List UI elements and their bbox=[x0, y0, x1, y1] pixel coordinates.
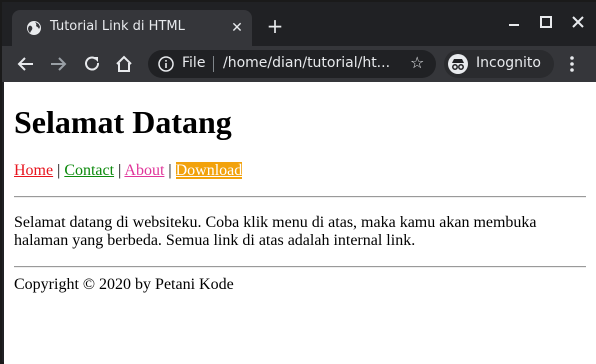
reload-icon[interactable] bbox=[82, 54, 102, 74]
site-nav: Home | Contact | About | Download bbox=[14, 162, 243, 180]
nav-link-home[interactable]: Home bbox=[14, 162, 53, 179]
divider bbox=[14, 196, 586, 198]
back-arrow-icon[interactable] bbox=[16, 54, 36, 74]
address-bar[interactable]: File /home/dian/tutorial/ht... ☆ bbox=[148, 50, 436, 78]
page-title: Selamat Datang bbox=[14, 104, 232, 140]
intro-paragraph: Selamat datang di websiteku. Coba klik m… bbox=[14, 214, 537, 249]
nav-separator: | bbox=[168, 162, 172, 179]
minimize-icon[interactable] bbox=[504, 12, 524, 32]
new-tab-button[interactable]: + bbox=[264, 15, 286, 37]
browser-window: Tutorial Link di HTML ✕ + File /home/dia… bbox=[0, 0, 596, 364]
omnibox-divider bbox=[213, 56, 214, 72]
url-text[interactable]: /home/dian/tutorial/ht... bbox=[223, 55, 390, 71]
home-icon[interactable] bbox=[114, 54, 134, 74]
incognito-label: Incognito bbox=[476, 55, 541, 71]
tab-active[interactable]: Tutorial Link di HTML ✕ bbox=[12, 10, 252, 46]
page-content: Selamat Datang Home | Contact | About | … bbox=[4, 82, 596, 364]
toolbar: File /home/dian/tutorial/ht... ☆ Incogni… bbox=[2, 46, 596, 82]
incognito-icon bbox=[448, 54, 468, 74]
globe-icon bbox=[27, 21, 41, 35]
bookmark-star-icon[interactable]: ☆ bbox=[410, 53, 424, 72]
scheme-label: File bbox=[182, 55, 206, 71]
maximize-icon[interactable] bbox=[536, 12, 556, 32]
tab-title: Tutorial Link di HTML bbox=[50, 19, 185, 34]
footer-text: Copyright © 2020 by Petani Kode bbox=[14, 276, 234, 293]
nav-separator: | bbox=[118, 162, 122, 179]
close-icon[interactable] bbox=[568, 12, 588, 32]
nav-link-contact[interactable]: Contact bbox=[64, 162, 114, 179]
forward-arrow-icon[interactable] bbox=[48, 54, 68, 74]
tab-strip: Tutorial Link di HTML ✕ + bbox=[2, 2, 596, 46]
nav-link-about[interactable]: About bbox=[124, 162, 164, 179]
tab-close-button[interactable]: ✕ bbox=[228, 19, 246, 37]
divider bbox=[14, 266, 586, 268]
more-menu-icon[interactable] bbox=[564, 54, 580, 74]
incognito-badge[interactable]: Incognito bbox=[444, 50, 554, 78]
nav-link-download[interactable]: Download bbox=[175, 162, 243, 179]
nav-separator: | bbox=[57, 162, 61, 179]
info-icon[interactable] bbox=[158, 56, 174, 72]
